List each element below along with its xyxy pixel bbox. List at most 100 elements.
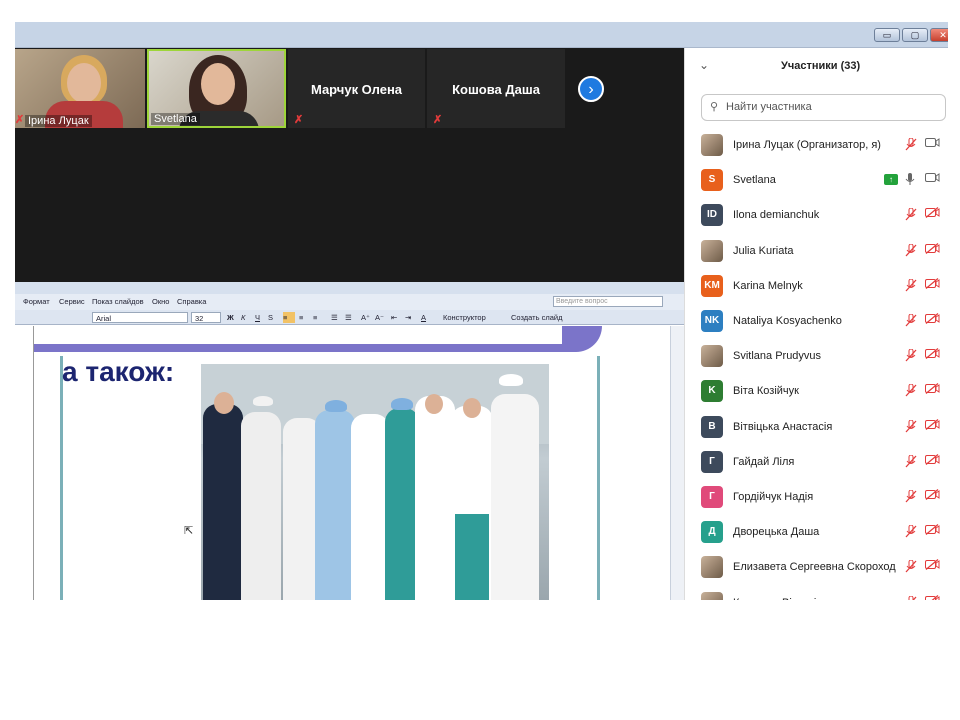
participant-row[interactable]: Julia Kuriata	[685, 234, 948, 269]
menu-format[interactable]: Формат	[23, 297, 50, 306]
search-input[interactable]	[726, 101, 936, 113]
camera-off-icon[interactable]	[925, 313, 940, 327]
participant-row[interactable]: ID Ilona demianchuk	[685, 198, 948, 233]
microphone-muted-icon[interactable]	[905, 137, 917, 154]
camera-off-icon[interactable]	[925, 207, 940, 221]
underline-button[interactable]: Ч	[255, 312, 260, 323]
participant-row[interactable]: В Вітвіцька Анастасія	[685, 410, 948, 445]
camera-off-icon[interactable]	[925, 277, 940, 292]
numbered-list-icon[interactable]: ☰	[331, 312, 338, 323]
participants-panel: ⌄ Участники (33) ⚲ Ірина Луцак (Организа…	[684, 48, 948, 600]
avatar: KM	[701, 274, 723, 297]
align-center-icon[interactable]: ≡	[299, 312, 303, 323]
bold-button[interactable]: Ж	[227, 312, 234, 323]
camera-off-icon[interactable]	[925, 348, 940, 362]
participant-row[interactable]: KM Karina Melnyk	[685, 269, 948, 304]
decrease-font-icon[interactable]: A⁻	[375, 312, 384, 323]
camera-off-icon[interactable]	[925, 524, 940, 538]
increase-indent-icon[interactable]: ⇥	[405, 312, 411, 323]
participant-name: Julia Kuriata	[733, 244, 794, 257]
microphone-muted-icon[interactable]	[905, 454, 917, 471]
microphone-muted-icon[interactable]	[905, 419, 917, 436]
slide-heading: а також:	[62, 356, 175, 387]
microphone-muted-icon[interactable]	[905, 243, 917, 260]
collapse-panel-button[interactable]: ⌄	[699, 58, 709, 72]
video-tile-svetlana[interactable]: Svetlana	[147, 49, 286, 128]
camera-icon[interactable]	[925, 172, 940, 186]
slide-canvas: а також: ⇱	[33, 326, 602, 600]
microphone-muted-icon[interactable]	[905, 348, 917, 365]
person-trousers	[455, 514, 489, 600]
font-color-icon[interactable]: A	[421, 312, 426, 323]
camera-icon[interactable]	[925, 137, 940, 151]
decrease-indent-icon[interactable]: ⇤	[391, 312, 397, 323]
participant-row[interactable]: Ірина Луцак (Организатор, я)	[685, 128, 948, 163]
camera-off-icon[interactable]	[925, 418, 940, 433]
menu-service[interactable]: Сервис	[59, 297, 85, 306]
new-slide-button[interactable]: Создать слайд	[511, 312, 562, 323]
microphone-muted-icon[interactable]	[905, 383, 917, 400]
bullet-list-icon[interactable]: ☰	[345, 312, 352, 323]
menu-window[interactable]: Окно	[152, 297, 169, 306]
participant-row[interactable]: S Svetlana ↑	[685, 163, 948, 198]
chevron-right-icon: ›	[588, 81, 594, 98]
camera-off-icon[interactable]	[925, 489, 940, 503]
microphone-muted-icon[interactable]	[905, 207, 917, 224]
participant-face	[201, 63, 235, 105]
microphone-muted-icon[interactable]	[905, 489, 917, 506]
participant-row[interactable]: Svitlana Prudyvus	[685, 339, 948, 374]
camera-off-icon[interactable]	[925, 453, 940, 468]
person-face	[463, 398, 481, 418]
participant-row[interactable]: Г Гайдай Ліля	[685, 445, 948, 480]
camera-off-icon[interactable]	[925, 559, 940, 573]
microphone-muted-icon[interactable]	[905, 595, 917, 600]
participant-name: Nataliya Kosyachenko	[733, 315, 842, 327]
font-size-selector[interactable]: 32	[191, 312, 221, 323]
italic-button[interactable]: К	[241, 312, 245, 323]
person-figure	[385, 408, 419, 600]
group-photo-image	[201, 364, 549, 600]
menu-slideshow[interactable]: Показ слайдов	[92, 297, 144, 306]
mouse-cursor-icon: ⇱	[184, 525, 194, 537]
participant-row[interactable]: NK Nataliya Kosyachenko	[685, 304, 948, 339]
next-page-button[interactable]: ›	[578, 76, 604, 102]
minimize-button[interactable]: ▭	[874, 28, 900, 42]
video-tile-irina[interactable]: ✗ Ірина Луцак	[15, 49, 145, 128]
designer-button[interactable]: Конструктор	[443, 312, 486, 323]
participant-row[interactable]: Д Дворецька Даша	[685, 515, 948, 550]
close-button[interactable]: ✕	[930, 28, 948, 42]
participant-name: Дворецька Даша	[733, 526, 820, 539]
menu-help[interactable]: Справка	[177, 297, 206, 306]
camera-off-icon[interactable]	[925, 594, 940, 600]
microphone-muted-icon[interactable]	[905, 559, 917, 576]
search-icon: ⚲	[710, 101, 719, 113]
person-cap	[325, 400, 347, 412]
microphone-muted-icon[interactable]	[905, 278, 917, 295]
camera-off-icon[interactable]	[925, 383, 940, 397]
participant-row[interactable]: Елизавета Сергеевна Скороход	[685, 550, 948, 585]
ask-question-box[interactable]: Введите вопрос	[553, 296, 663, 307]
participant-row[interactable]: K Віта Козійчук	[685, 374, 948, 409]
avatar	[701, 239, 723, 262]
increase-font-icon[interactable]: A⁺	[361, 312, 370, 323]
font-selector[interactable]: Arial	[92, 312, 188, 323]
microphone-muted-icon[interactable]	[905, 313, 917, 330]
align-right-icon[interactable]: ≡	[313, 312, 317, 323]
camera-off-icon[interactable]	[925, 242, 940, 257]
participant-name: Karina Melnyk	[733, 279, 803, 292]
align-left-icon[interactable]: ≡	[283, 312, 295, 323]
avatar	[701, 345, 723, 368]
video-tile-marchuk[interactable]: Марчук Олена ✗	[288, 49, 425, 128]
avatar	[701, 556, 723, 579]
video-tile-koshova[interactable]: Кошова Даша ✗	[427, 49, 565, 128]
microphone-icon[interactable]	[905, 173, 915, 189]
person-cap	[253, 396, 273, 406]
microphone-muted-icon[interactable]	[905, 524, 917, 541]
participant-row[interactable]: Г Гордійчук Надія	[685, 480, 948, 515]
participant-name: Віта Козійчук	[733, 385, 799, 398]
participant-search[interactable]: ⚲	[701, 94, 946, 121]
shadow-button[interactable]: S	[268, 312, 273, 323]
ppt-vertical-scrollbar[interactable]	[670, 326, 684, 600]
maximize-button[interactable]: ▢	[902, 28, 928, 42]
participant-row[interactable]: Камешок Вікторія	[685, 586, 948, 600]
